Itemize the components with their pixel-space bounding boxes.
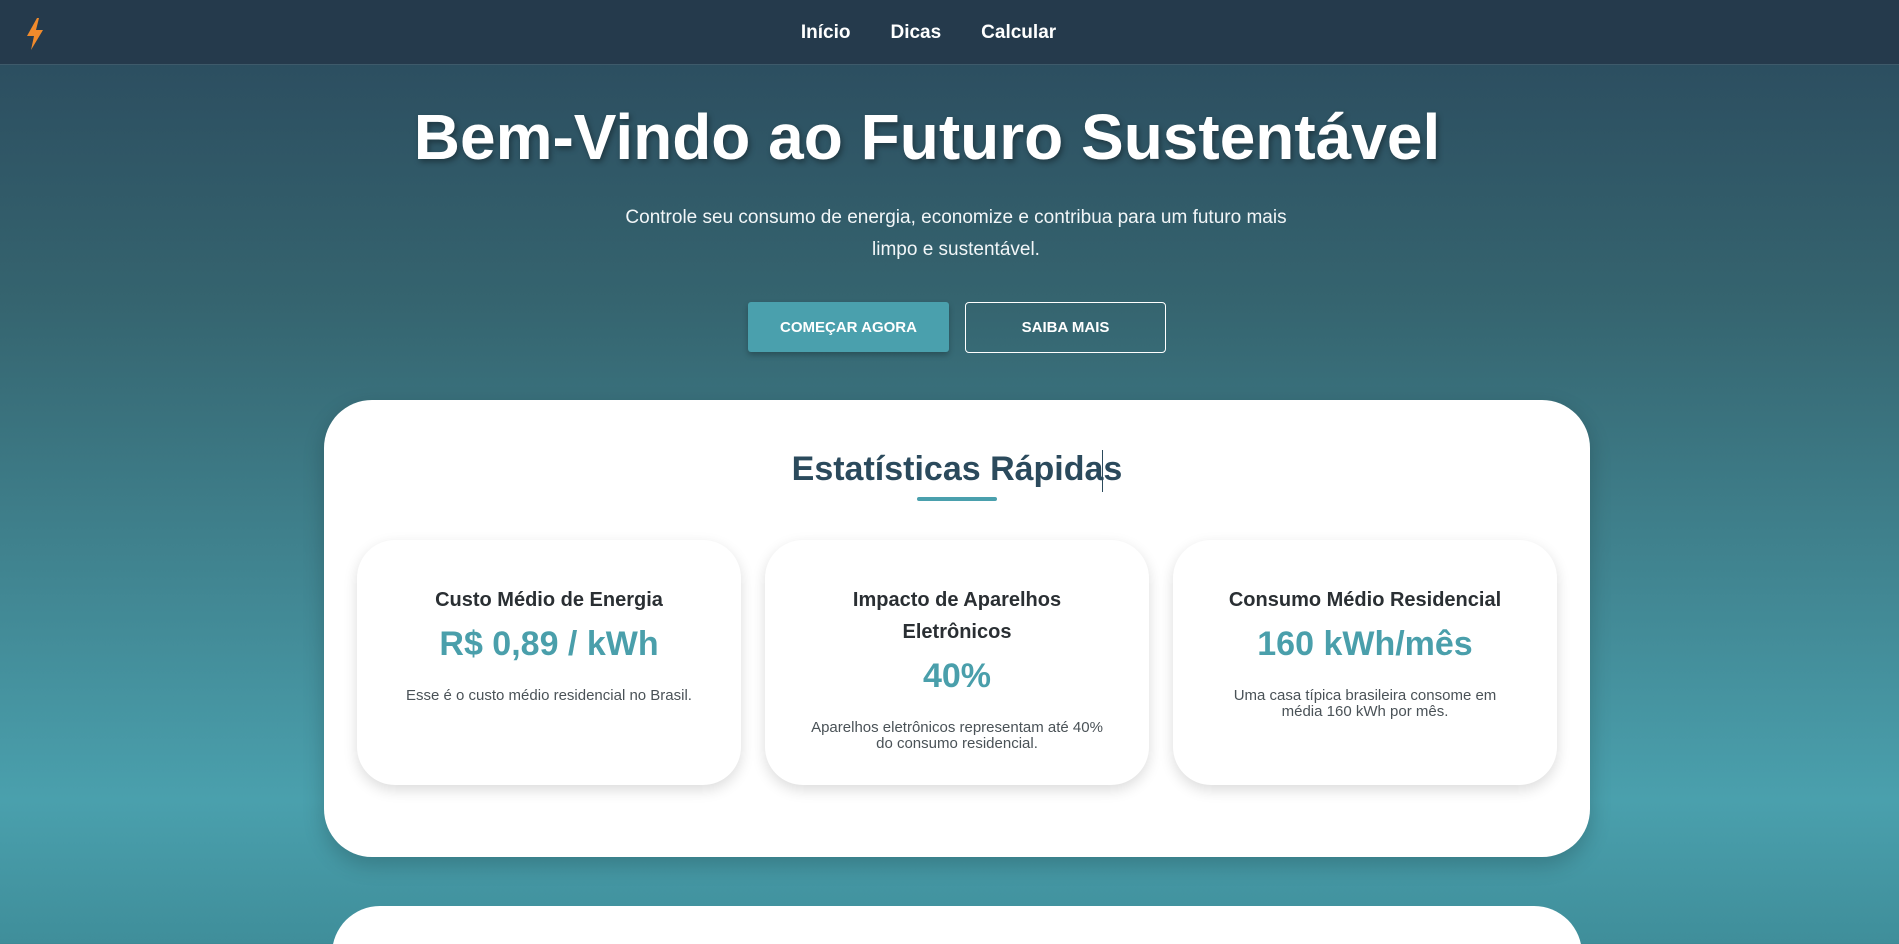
- hero-title: Bem-Vindo ao Futuro Sustentável: [413, 101, 1441, 173]
- start-now-button[interactable]: COMEÇAR AGORA: [748, 302, 949, 352]
- top-navbar: Início Dicas Calcular: [0, 0, 1899, 65]
- stat-card-value: 160 kWh/mês: [1257, 625, 1473, 663]
- stat-card-electronics-impact: Impacto de Aparelhos Eletrônicos 40% Apa…: [765, 540, 1149, 785]
- hero-subtitle: Controle seu consumo de energia, economi…: [625, 207, 1287, 260]
- text-cursor: [1102, 450, 1103, 492]
- stat-card-description: Uma casa típica brasileira consome em mé…: [1233, 687, 1497, 720]
- stats-title: Estatísticas Rápidas: [791, 450, 1123, 488]
- stat-card-title: Impacto de Aparelhos Eletrônicos: [852, 589, 1062, 643]
- stat-cards: Custo Médio de Energia R$ 0,89 / kWh Ess…: [357, 540, 1557, 785]
- stat-card-residential-consumption: Consumo Médio Residencial 160 kWh/mês Um…: [1173, 540, 1557, 785]
- stat-card-value: 40%: [922, 657, 992, 695]
- stat-card-energy-cost: Custo Médio de Energia R$ 0,89 / kWh Ess…: [357, 540, 741, 785]
- next-section-panel: [332, 906, 1582, 944]
- hero-buttons: COMEÇAR AGORA SAIBA MAIS: [748, 302, 1166, 353]
- stat-card-title: Custo Médio de Energia: [435, 589, 663, 611]
- stat-card-description: Aparelhos eletrônicos representam até 40…: [811, 719, 1103, 752]
- nav-link-dicas[interactable]: Dicas: [890, 22, 941, 44]
- title-underline: [917, 497, 997, 501]
- nav-link-calcular[interactable]: Calcular: [981, 22, 1056, 44]
- quick-stats-panel: Estatísticas Rápidas Custo Médio de Ener…: [324, 400, 1590, 857]
- nav-links: Início Dicas Calcular: [0, 0, 1899, 65]
- stat-card-value: R$ 0,89 / kWh: [439, 625, 659, 663]
- stat-card-description: Esse é o custo médio residencial no Bras…: [406, 687, 692, 704]
- hero-section: Bem-Vindo ao Futuro Sustentável Controle…: [0, 100, 1899, 266]
- stat-card-title: Consumo Médio Residencial: [1228, 589, 1502, 611]
- learn-more-button[interactable]: SAIBA MAIS: [965, 302, 1166, 353]
- nav-link-inicio[interactable]: Início: [801, 22, 851, 44]
